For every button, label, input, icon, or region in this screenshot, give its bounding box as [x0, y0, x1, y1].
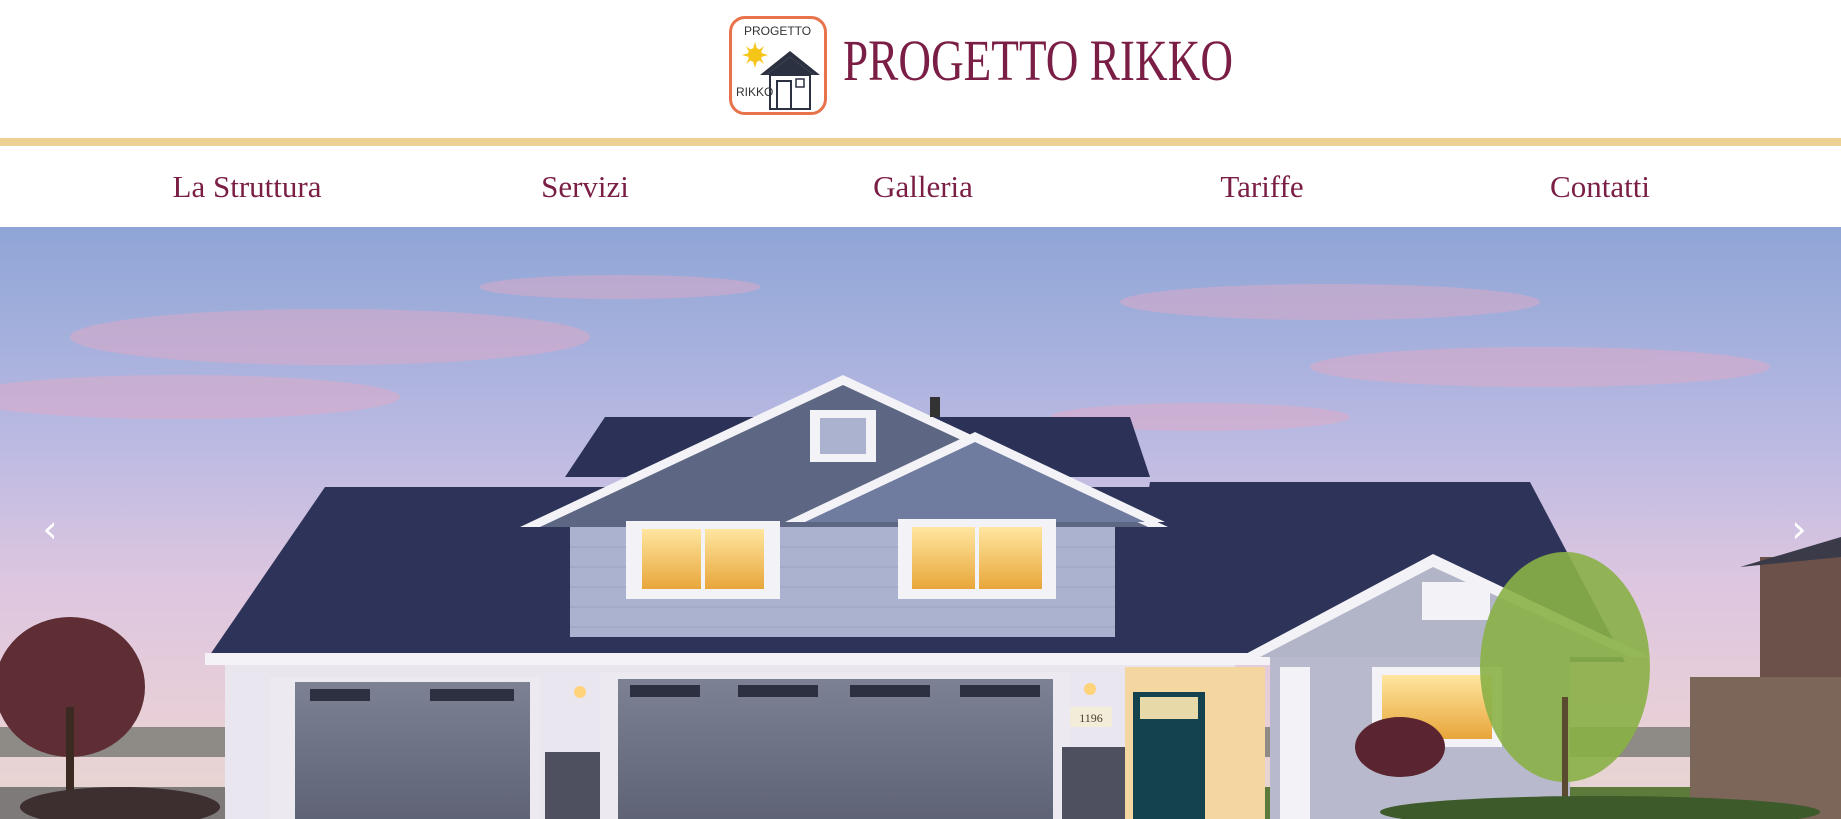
nav-item-contatti[interactable]: Contatti — [1550, 170, 1650, 204]
site-logo[interactable]: PROGETTO RIKKO — [729, 16, 827, 115]
site-header: PROGETTO RIKKO PROGETTO RIKKO — [0, 0, 1841, 138]
logo-bottom-text: RIKKO — [736, 85, 774, 99]
carousel-prev-icon[interactable]: ‹ — [30, 509, 70, 549]
hero-carousel: 1196 ‹ › — [0, 227, 1841, 819]
nav-item-galleria[interactable]: Galleria — [873, 170, 973, 204]
header-divider — [0, 138, 1841, 146]
house-number: 1196 — [1079, 711, 1103, 725]
nav-item-servizi[interactable]: Servizi — [541, 170, 629, 204]
carousel-next-icon[interactable]: › — [1779, 509, 1819, 549]
site-title[interactable]: PROGETTO RIKKO — [843, 26, 1233, 96]
nav-item-la-struttura[interactable]: La Struttura — [173, 170, 322, 204]
hero-slide-image: 1196 — [0, 227, 1841, 819]
nav-item-tariffe[interactable]: Tariffe — [1220, 170, 1303, 204]
main-nav: La Struttura Servizi Galleria Tariffe Co… — [0, 146, 1841, 227]
logo-top-text: PROGETTO — [744, 24, 812, 38]
